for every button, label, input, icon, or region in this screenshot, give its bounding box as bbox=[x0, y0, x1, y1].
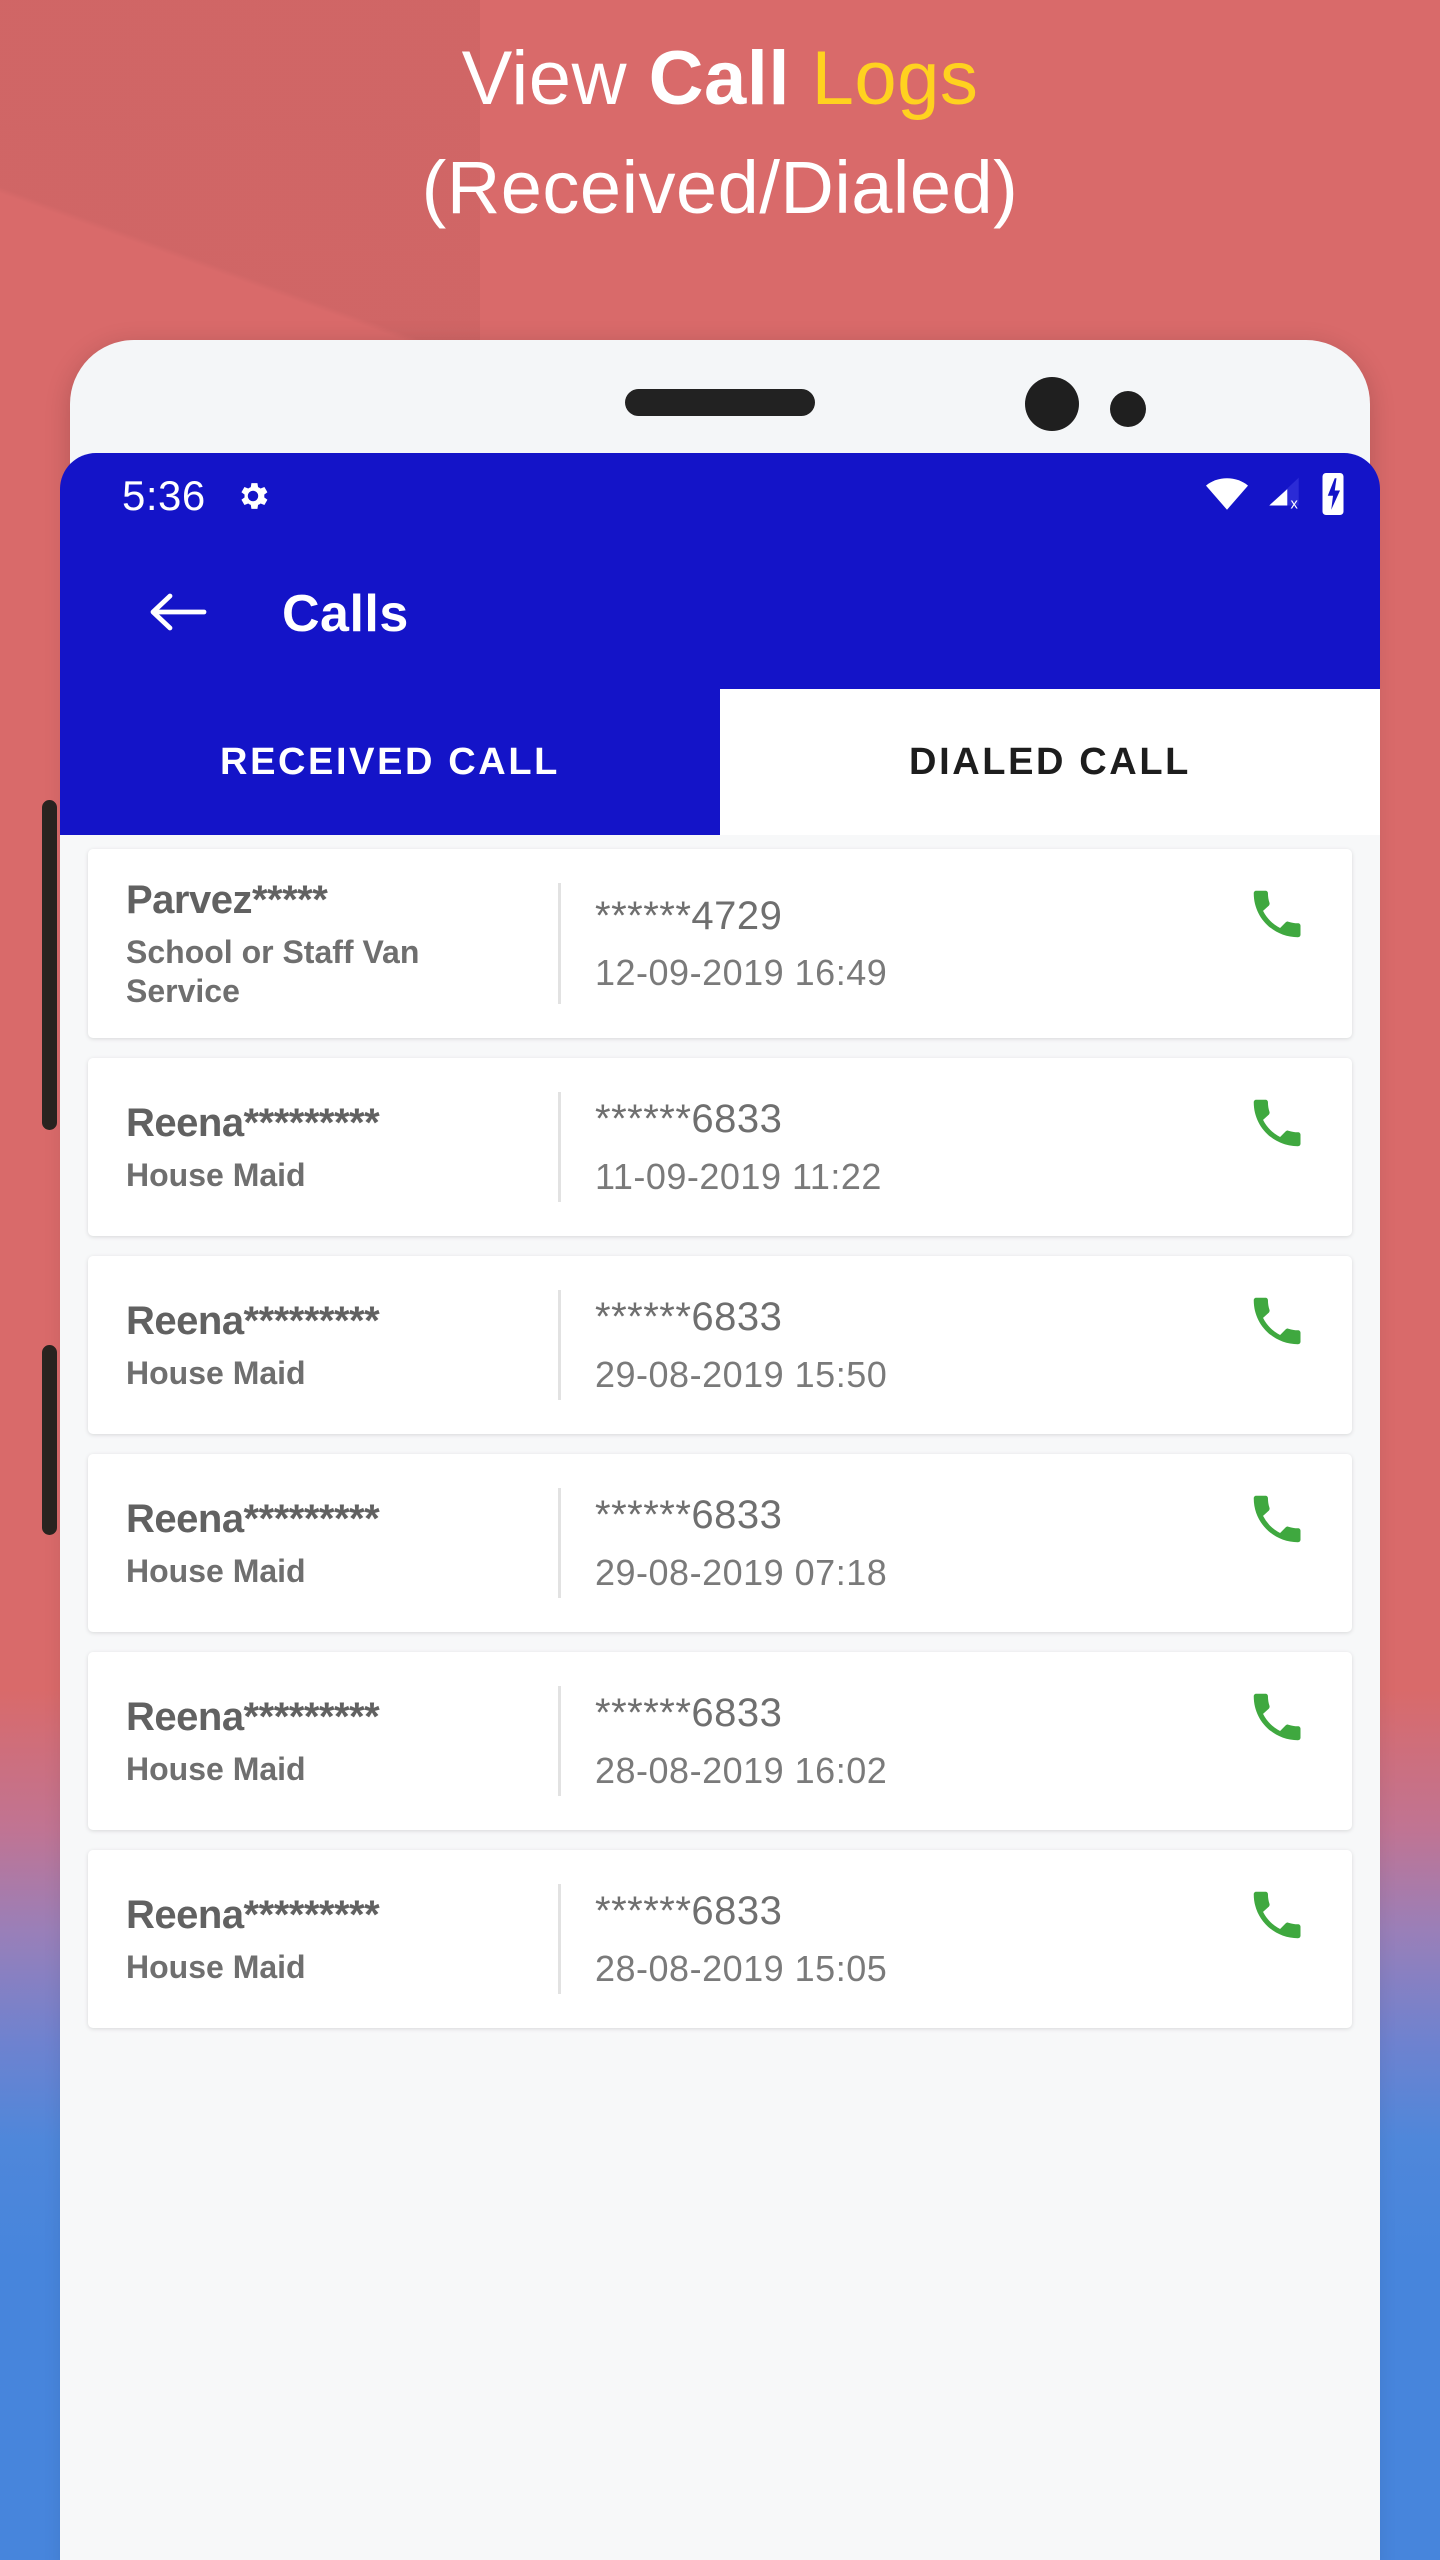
phone-call-icon[interactable] bbox=[1246, 1884, 1308, 1951]
phone-call-icon[interactable] bbox=[1246, 1488, 1308, 1555]
tab-bar: RECEIVED CALL DIALED CALL bbox=[60, 689, 1380, 835]
call-action[interactable] bbox=[1202, 877, 1352, 1010]
speaker-grille-icon bbox=[625, 389, 815, 416]
call-timestamp: 28-08-2019 15:05 bbox=[595, 1947, 888, 1989]
phone-call-icon[interactable] bbox=[1246, 1092, 1308, 1159]
back-arrow-icon[interactable] bbox=[148, 589, 208, 640]
call-log-list[interactable]: Parvez***** School or Staff Van Service **… bbox=[60, 835, 1380, 2560]
phone-number: ******6833 bbox=[595, 1691, 783, 1736]
phone-number: ******4729 bbox=[595, 893, 783, 938]
call-detail-block: ******6833 28-08-2019 15:05 bbox=[561, 1878, 1202, 2000]
call-timestamp: 11-09-2019 11:22 bbox=[595, 1155, 882, 1197]
call-log-row[interactable]: Reena********* House Maid ******6833 29-08-… bbox=[88, 1454, 1352, 1633]
status-bar-clock: 5:36 bbox=[122, 472, 206, 519]
call-action[interactable] bbox=[1202, 1482, 1352, 1604]
promo-headline: View Call Logs (Received/Dialed) bbox=[0, 30, 1440, 236]
app-bar: Calls bbox=[60, 539, 1380, 689]
call-log-row[interactable]: Reena********* House Maid ******6833 29-08-… bbox=[88, 1256, 1352, 1435]
call-contact-block: Reena********* House Maid bbox=[88, 1284, 558, 1406]
phone-call-icon[interactable] bbox=[1246, 1290, 1308, 1357]
gear-icon bbox=[234, 477, 272, 515]
phone-call-icon[interactable] bbox=[1246, 1686, 1308, 1753]
battery-charging-icon bbox=[1320, 472, 1346, 520]
call-log-row[interactable]: Reena********* House Maid ******6833 28-08-… bbox=[88, 1850, 1352, 2029]
wifi-icon bbox=[1206, 477, 1248, 516]
call-contact-block: Reena********* House Maid bbox=[88, 1680, 558, 1802]
front-camera-icon bbox=[1025, 377, 1079, 431]
promo-word-logs: Logs bbox=[789, 36, 979, 121]
call-timestamp: 12-09-2019 16:49 bbox=[595, 952, 888, 994]
contact-name: Reena********* bbox=[126, 1892, 380, 1937]
proximity-sensor-icon bbox=[1110, 391, 1146, 427]
call-log-row[interactable]: Reena********* House Maid ******6833 28-08-… bbox=[88, 1652, 1352, 1831]
call-action[interactable] bbox=[1202, 1878, 1352, 2000]
contact-role: House Maid bbox=[126, 1157, 306, 1194]
cellular-signal-off-icon: x bbox=[1264, 476, 1304, 517]
phone-number: ******6833 bbox=[595, 1097, 783, 1142]
call-timestamp: 28-08-2019 16:02 bbox=[595, 1749, 888, 1791]
call-action[interactable] bbox=[1202, 1284, 1352, 1406]
call-detail-block: ******6833 29-08-2019 07:18 bbox=[561, 1482, 1202, 1604]
call-detail-block: ******6833 11-09-2019 11:22 bbox=[561, 1086, 1202, 1208]
assistant-button[interactable] bbox=[42, 1345, 57, 1535]
svg-text:x: x bbox=[1291, 496, 1299, 511]
call-timestamp: 29-08-2019 15:50 bbox=[595, 1353, 888, 1395]
phone-device-frame: 5:36 x Calls RECEIVED CALL DIALED CALL P… bbox=[60, 340, 1380, 2560]
contact-role: House Maid bbox=[126, 1553, 306, 1590]
status-bar-indicators: x bbox=[1206, 472, 1354, 520]
contact-role: School or Staff Van Service bbox=[126, 934, 420, 1009]
call-log-row[interactable]: Reena********* House Maid ******6833 11-09-… bbox=[88, 1058, 1352, 1237]
volume-rocker-button[interactable] bbox=[42, 800, 57, 1130]
contact-name: Reena********* bbox=[126, 1694, 380, 1739]
call-detail-block: ******6833 28-08-2019 16:02 bbox=[561, 1680, 1202, 1802]
call-contact-block: Reena********* House Maid bbox=[88, 1878, 558, 2000]
phone-call-icon[interactable] bbox=[1246, 883, 1308, 950]
call-contact-block: Reena********* House Maid bbox=[88, 1086, 558, 1208]
status-bar: 5:36 x bbox=[60, 453, 1380, 539]
call-timestamp: 29-08-2019 07:18 bbox=[595, 1551, 888, 1593]
call-contact-block: Reena********* House Maid bbox=[88, 1482, 558, 1604]
promo-word-call: Call bbox=[648, 36, 790, 121]
phone-number: ******6833 bbox=[595, 1493, 783, 1538]
call-action[interactable] bbox=[1202, 1086, 1352, 1208]
contact-role: House Maid bbox=[126, 1751, 306, 1788]
promo-screenshot: View Call Logs (Received/Dialed) 5:36 x … bbox=[0, 0, 1440, 2560]
page-title: Calls bbox=[282, 585, 409, 643]
call-detail-block: ******6833 29-08-2019 15:50 bbox=[561, 1284, 1202, 1406]
contact-name: Reena********* bbox=[126, 1496, 380, 1541]
tab-dialed-call[interactable]: DIALED CALL bbox=[720, 689, 1380, 835]
call-action[interactable] bbox=[1202, 1680, 1352, 1802]
call-detail-block: ******4729 12-09-2019 16:49 bbox=[561, 877, 1202, 1010]
contact-name: Reena********* bbox=[126, 1100, 380, 1145]
contact-name: Reena********* bbox=[126, 1298, 380, 1343]
phone-number: ******6833 bbox=[595, 1889, 783, 1934]
tab-received-call[interactable]: RECEIVED CALL bbox=[60, 689, 720, 835]
promo-word-view: View bbox=[461, 36, 649, 121]
contact-role: House Maid bbox=[126, 1355, 306, 1392]
phone-number: ******6833 bbox=[595, 1295, 783, 1340]
promo-title-line-1: View Call Logs bbox=[0, 30, 1440, 127]
phone-screen: 5:36 x Calls RECEIVED CALL DIALED CALL P… bbox=[60, 453, 1380, 2560]
contact-name: Parvez***** bbox=[126, 878, 328, 922]
call-log-row[interactable]: Parvez***** School or Staff Van Service **… bbox=[88, 849, 1352, 1039]
contact-role: House Maid bbox=[126, 1949, 306, 1986]
call-contact-block: Parvez***** School or Staff Van Service bbox=[88, 877, 558, 1010]
promo-title-line-2: (Received/Dialed) bbox=[421, 146, 1019, 230]
